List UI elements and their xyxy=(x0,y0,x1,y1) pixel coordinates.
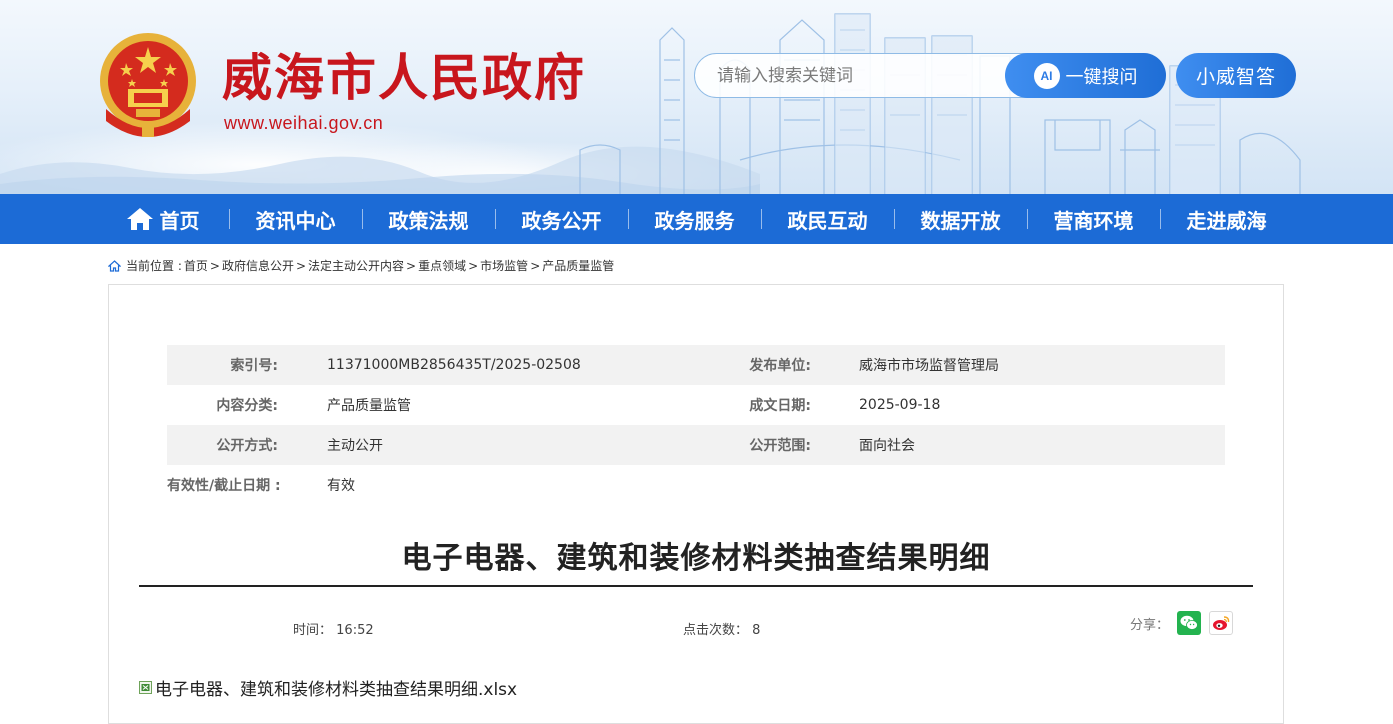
index-label: 索引号: xyxy=(230,358,278,374)
search-box: AI 一键搜问 xyxy=(694,53,1166,98)
metadata-table: 索引号: 11371000MB2856435T/2025-02508 发布单位:… xyxy=(167,345,1225,505)
share-bar: 分享： xyxy=(1130,611,1233,635)
breadcrumb-prefix: 当前位置 : xyxy=(126,259,182,273)
nav-item-interaction[interactable]: 政民互动 xyxy=(761,194,894,244)
breadcrumb: 当前位置 : 首页 > 政府信息公开 > 法定主动公开内容 > 重点领域 > 市… xyxy=(108,257,614,274)
nav-item-open-data[interactable]: 数据开放 xyxy=(894,194,1027,244)
category-label: 内容分类: xyxy=(216,398,278,414)
nav-item-business-env[interactable]: 营商环境 xyxy=(1027,194,1160,244)
nav-item-policy[interactable]: 政策法规 xyxy=(362,194,495,244)
scope-label: 公开范围: xyxy=(749,438,811,454)
home-icon xyxy=(126,208,153,230)
home-icon xyxy=(108,259,121,272)
method-value: 主动公开 xyxy=(327,438,383,454)
breadcrumb-separator: > xyxy=(530,258,541,273)
ai-search-button[interactable]: AI 一键搜问 xyxy=(1005,53,1166,98)
publisher-label: 发布单位: xyxy=(749,358,811,374)
clicks-value: 8 xyxy=(752,623,761,638)
breadcrumb-link[interactable]: 政府信息公开 xyxy=(222,257,294,274)
title-divider xyxy=(139,585,1253,587)
breadcrumb-link[interactable]: 产品质量监管 xyxy=(542,257,614,274)
metadata-row: 索引号: 11371000MB2856435T/2025-02508 发布单位:… xyxy=(167,345,1225,385)
nav-item-gov-info[interactable]: 政务公开 xyxy=(495,194,628,244)
breadcrumb-separator: > xyxy=(295,258,307,273)
validity-label: 有效性/截止日期 : xyxy=(167,478,281,494)
publish-time: 时间： 16:52 xyxy=(293,619,374,638)
breadcrumb-separator: > xyxy=(406,258,417,273)
site-url[interactable]: www.weihai.gov.cn xyxy=(224,113,383,134)
header-banner: 威海市人民政府 www.weihai.gov.cn AI 一键搜问 小威智答 xyxy=(0,0,1393,194)
date-value: 2025-09-18 xyxy=(859,397,941,413)
national-emblem-logo xyxy=(100,33,196,137)
assistant-button[interactable]: 小威智答 xyxy=(1176,53,1296,98)
nav-item-label: 首页 xyxy=(159,208,200,233)
main-nav: 首页 资讯中心 政策法规 政务公开 政务服务 政民互动 数据开放 营商环境 走进… xyxy=(0,194,1393,244)
breadcrumb-link[interactable]: 市场监管 xyxy=(480,257,528,274)
category-value: 产品质量监管 xyxy=(327,398,411,414)
attachment-name: 电子电器、建筑和装修材料类抽查结果明细.xlsx xyxy=(155,680,518,700)
nav-item-about-weihai[interactable]: 走进威海 xyxy=(1160,194,1293,244)
wechat-share-icon[interactable] xyxy=(1177,611,1201,635)
metadata-row: 内容分类: 产品质量监管 成文日期: 2025-09-18 xyxy=(167,385,1225,425)
search-input[interactable] xyxy=(717,54,997,97)
breadcrumb-link[interactable]: 首页 xyxy=(184,257,208,274)
time-value: 16:52 xyxy=(336,623,374,638)
weibo-share-icon[interactable] xyxy=(1209,611,1233,635)
index-value: 11371000MB2856435T/2025-02508 xyxy=(327,357,581,373)
nav-item-services[interactable]: 政务服务 xyxy=(628,194,761,244)
site-title: 威海市人民政府 xyxy=(222,48,586,107)
breadcrumb-link[interactable]: 重点领域 xyxy=(418,257,466,274)
nav-item-news[interactable]: 资讯中心 xyxy=(229,194,362,244)
ai-search-label: 一键搜问 xyxy=(1065,66,1138,87)
article-title: 电子电器、建筑和装修材料类抽查结果明细 xyxy=(401,541,991,576)
scope-value: 面向社会 xyxy=(859,438,915,454)
clicks-label: 点击次数： xyxy=(683,623,749,638)
validity-value: 有效 xyxy=(327,478,355,494)
nav-item-home[interactable]: 首页 xyxy=(96,194,229,244)
time-label: 时间： xyxy=(293,623,333,638)
excel-file-icon xyxy=(139,681,152,694)
click-count: 点击次数： 8 xyxy=(683,619,760,638)
date-label: 成文日期: xyxy=(749,398,811,414)
metadata-row: 有效性/截止日期 : 有效 xyxy=(167,465,1225,505)
method-label: 公开方式: xyxy=(216,438,278,454)
publisher-value: 威海市市场监督管理局 xyxy=(859,358,999,374)
attachment-link[interactable]: 电子电器、建筑和装修材料类抽查结果明细.xlsx xyxy=(139,675,517,700)
ai-icon: AI xyxy=(1033,62,1060,89)
article-card: 索引号: 11371000MB2856435T/2025-02508 发布单位:… xyxy=(108,284,1284,724)
share-label: 分享： xyxy=(1129,617,1169,633)
metadata-row: 公开方式: 主动公开 公开范围: 面向社会 xyxy=(167,425,1225,465)
breadcrumb-link[interactable]: 法定主动公开内容 xyxy=(308,257,404,274)
breadcrumb-separator: > xyxy=(468,258,479,273)
breadcrumb-separator: > xyxy=(209,258,220,273)
article-info-bar: 时间： 16:52 点击次数： 8 分享： xyxy=(139,607,1253,647)
